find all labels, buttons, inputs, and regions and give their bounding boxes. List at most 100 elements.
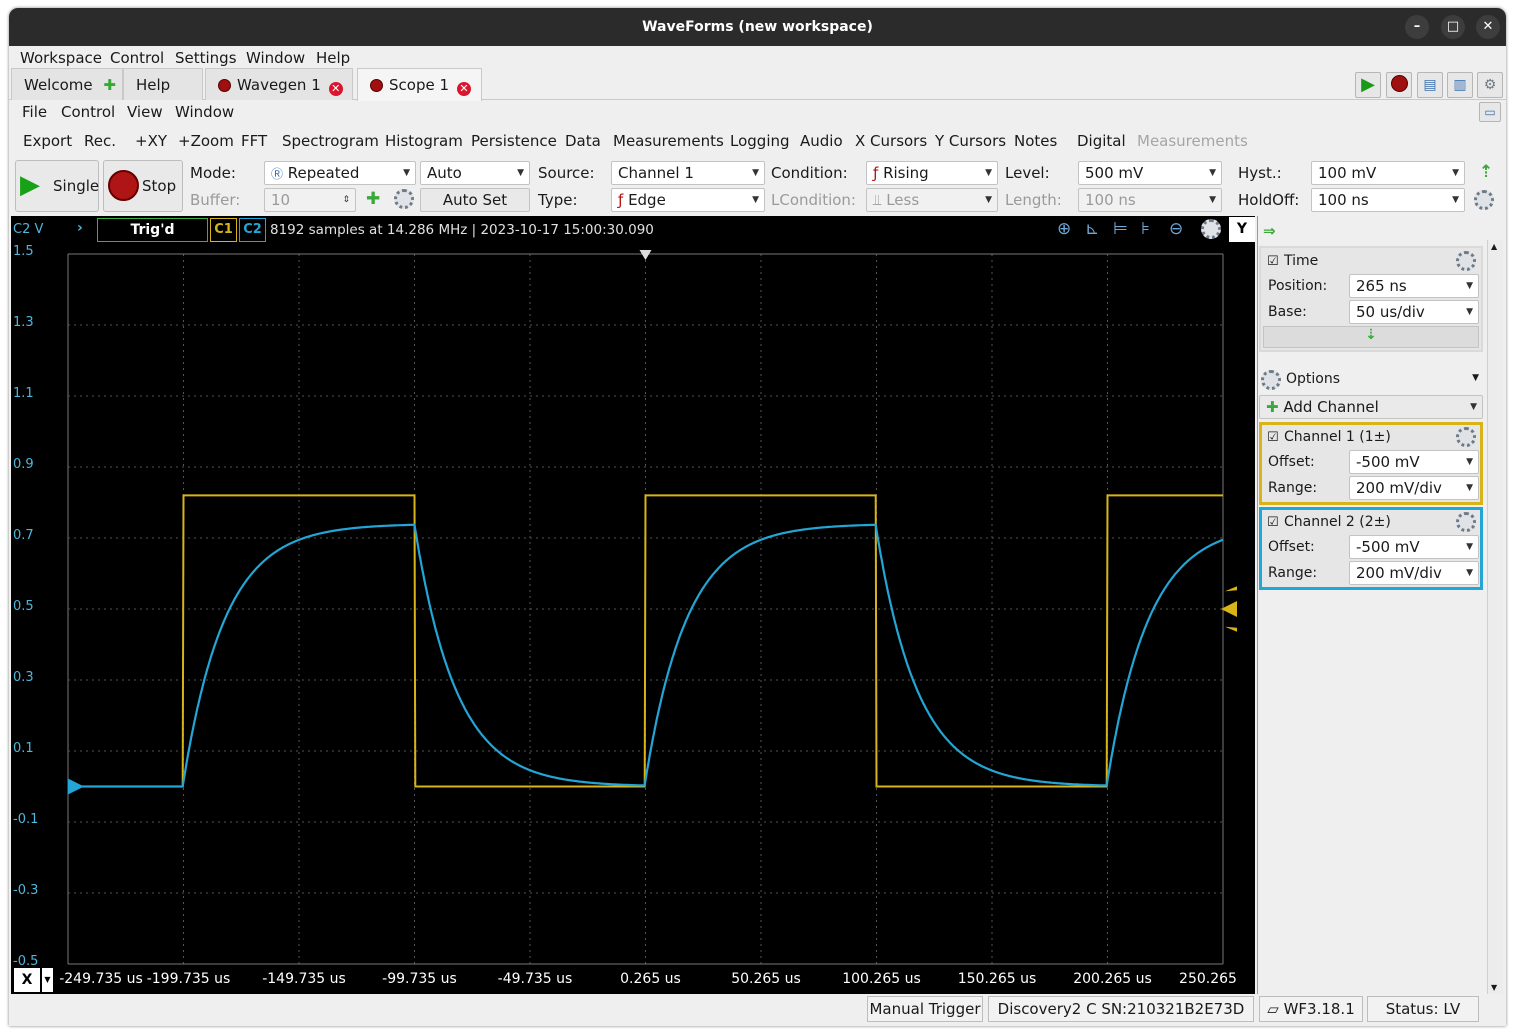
menu-help[interactable]: Help	[316, 49, 350, 67]
c2-offset-marker[interactable]	[68, 778, 84, 795]
x-tick-label: 200.265 us	[1073, 971, 1152, 987]
menu-settings[interactable]: Settings	[175, 49, 237, 67]
title-bar: WaveForms (new workspace) – □ ✕	[9, 8, 1506, 46]
close-tab-icon[interactable]: ✕	[457, 82, 472, 96]
menu-workspace[interactable]: Workspace	[20, 49, 102, 67]
channel-1-gear-icon[interactable]	[1456, 427, 1476, 447]
rising-edge-icon: ƒ	[873, 164, 879, 182]
condition-select[interactable]: ƒ Rising ▼	[866, 161, 998, 185]
device-info[interactable]: Discovery2 C SN:210321B2E73D USB	[988, 996, 1254, 1026]
scroll-down-icon[interactable]: ▼	[1491, 983, 1497, 992]
source-select[interactable]: Channel 1 ▼	[611, 161, 765, 185]
layout-icon[interactable]: ▥	[1447, 72, 1473, 98]
scroll-up-icon[interactable]: ▲	[1491, 242, 1497, 251]
type-select[interactable]: ƒ Edge ▼	[611, 188, 765, 212]
toolbar-audio[interactable]: Audio	[800, 132, 843, 150]
tab-scope[interactable]: Scope 1 ✕	[357, 68, 482, 101]
collapse-panel-arrow-icon[interactable]: ⇒	[1263, 222, 1276, 240]
manual-trigger-button[interactable]: Manual Trigger	[867, 996, 983, 1022]
add-buffer-icon[interactable]: ✚	[366, 189, 380, 209]
x-tick-label: 250.265	[1179, 971, 1237, 987]
menu-file[interactable]: File	[22, 103, 47, 121]
ch2-range-input[interactable]: 200 mV/div ▼	[1349, 561, 1479, 585]
menu-view[interactable]: View	[127, 103, 163, 121]
channel-1-title: Channel 1 (1±)	[1284, 429, 1391, 445]
toolbar-zoom[interactable]: +Zoom	[178, 132, 234, 150]
ch2-offset-input[interactable]: -500 mV ▼	[1349, 535, 1479, 559]
holdoff-input[interactable]: 100 ns ▼	[1311, 188, 1465, 212]
run-all-icon[interactable]: ▶	[1355, 72, 1381, 98]
toolbar-measurements[interactable]: Measurements	[613, 132, 724, 150]
time-gear-icon[interactable]	[1456, 251, 1476, 271]
ch1-offset-input[interactable]: -500 mV ▼	[1349, 450, 1479, 474]
add-icon[interactable]: ✚	[103, 76, 116, 94]
auto-set-button[interactable]: Auto Set	[420, 188, 530, 212]
tab-wavegen[interactable]: Wavegen 1 ✕	[205, 68, 353, 100]
toolbar-rec[interactable]: Rec.	[84, 132, 116, 150]
collapse-arrow-icon[interactable]: ⇡	[1479, 162, 1493, 182]
less-icon: ⫫	[873, 191, 882, 209]
toolbar-digital[interactable]: Digital	[1077, 132, 1126, 150]
trigger-gear-icon[interactable]	[1474, 190, 1494, 210]
tab-help[interactable]: Help	[123, 68, 203, 100]
condition-label: Condition:	[771, 164, 848, 182]
x-axis-button[interactable]: X	[14, 968, 40, 992]
toolbar-histogram[interactable]: Histogram	[385, 132, 463, 150]
menu-window[interactable]: Window	[175, 103, 234, 121]
scope-plot[interactable]: C2 V › Trig'd C1 C2 8192 samples at 14.2…	[11, 216, 1255, 994]
channel-1-checkbox[interactable]: ☑	[1267, 430, 1279, 445]
toolbar-spectrogram[interactable]: Spectrogram	[282, 132, 379, 150]
x-axis-dropdown-icon[interactable]: ▼	[42, 968, 53, 992]
time-checkbox[interactable]: ☑	[1267, 254, 1279, 269]
stop-button[interactable]: Stop	[103, 160, 183, 212]
options-row[interactable]: Options ▼	[1259, 368, 1483, 392]
channel-2-panel: ☑ Channel 2 (2±) Offset: -500 mV ▼ Range:…	[1259, 507, 1483, 590]
toolbar-x-cursors[interactable]: X Cursors	[855, 132, 927, 150]
minimize-icon[interactable]: –	[1405, 15, 1429, 39]
position-input[interactable]: 265 ns ▼	[1349, 274, 1479, 298]
maximize-icon[interactable]: □	[1441, 15, 1465, 39]
settings-gear-icon[interactable]: ⚙	[1477, 72, 1503, 98]
toolbar-notes[interactable]: Notes	[1014, 132, 1057, 150]
channel-2-title: Channel 2 (2±)	[1284, 514, 1391, 530]
add-channel-button[interactable]: ✚ Add Channel ▼	[1259, 395, 1483, 419]
ch1-offset-label: Offset:	[1268, 454, 1315, 470]
menu-control[interactable]: Control	[110, 49, 164, 67]
single-button[interactable]: ▶ Single	[15, 160, 99, 212]
buffer-gear-icon[interactable]	[394, 189, 414, 209]
expand-time-icon[interactable]: ⇣	[1263, 326, 1479, 348]
toolbar-logging[interactable]: Logging	[730, 132, 790, 150]
menu-control[interactable]: Control	[61, 103, 115, 121]
toolbar-export[interactable]: Export	[23, 132, 72, 150]
menu-window[interactable]: Window	[246, 49, 305, 67]
stop-all-icon[interactable]	[1386, 72, 1412, 98]
scope-toolbar: Export Rec. +XY +Zoom FFT Spectrogram Hi…	[9, 128, 1506, 154]
toolbar-xy[interactable]: +XY	[135, 132, 167, 150]
trigger-position-marker[interactable]	[639, 250, 652, 260]
toolbar-data[interactable]: Data	[565, 132, 601, 150]
ch1-range-input[interactable]: 200 mV/div ▼	[1349, 476, 1479, 500]
side-scrollbar[interactable]: ▲ ▼	[1487, 240, 1503, 994]
window-icon[interactable]: ▭	[1479, 102, 1501, 122]
level-input[interactable]: 500 mV ▼	[1078, 161, 1222, 185]
dock-icon[interactable]: ▤	[1417, 72, 1443, 98]
waveform-canvas[interactable]	[11, 216, 1255, 994]
channel-2-checkbox[interactable]: ☑	[1267, 515, 1279, 530]
auto-select[interactable]: Auto ▼	[420, 161, 530, 185]
mode-select[interactable]: Ⓡ Repeated ▼	[264, 161, 416, 185]
toolbar-fft[interactable]: FFT	[241, 132, 267, 150]
status-info[interactable]: Status: LV	[1367, 996, 1479, 1022]
edge-icon: ƒ	[618, 191, 624, 209]
tab-welcome[interactable]: Welcome ✚	[11, 68, 123, 100]
hyst-input[interactable]: 100 mV ▼	[1311, 161, 1465, 185]
type-label: Type:	[538, 191, 578, 209]
toolbar-persistence[interactable]: Persistence	[471, 132, 557, 150]
close-icon[interactable]: ✕	[1476, 15, 1500, 39]
hyst-upper-marker	[1225, 586, 1237, 592]
channel-2-gear-icon[interactable]	[1456, 512, 1476, 532]
close-tab-icon[interactable]: ✕	[328, 82, 343, 96]
base-input[interactable]: 50 us/div ▼	[1349, 300, 1479, 324]
toolbar-y-cursors[interactable]: Y Cursors	[935, 132, 1006, 150]
app-window: WaveForms (new workspace) – □ ✕ Workspac…	[9, 8, 1506, 1026]
version-info[interactable]: ▱ WF3.18.1	[1259, 996, 1363, 1022]
